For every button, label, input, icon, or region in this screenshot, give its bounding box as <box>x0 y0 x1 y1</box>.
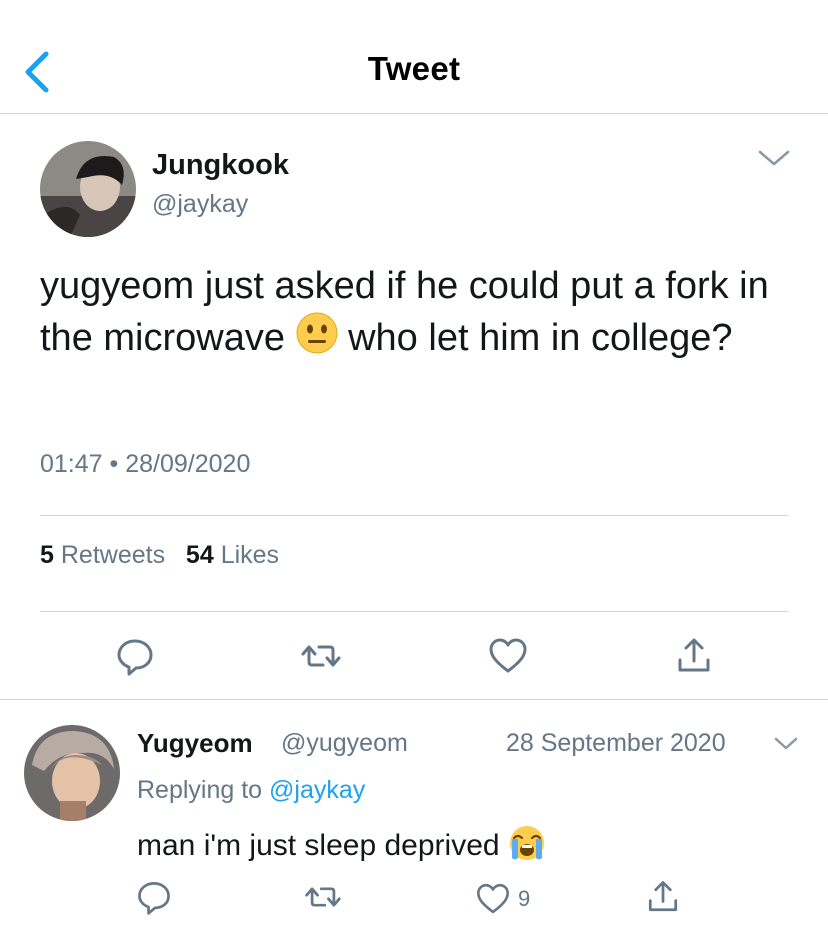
loudly-crying-face-emoji <box>508 824 546 870</box>
retweet-icon <box>305 887 341 907</box>
chevron-down-icon <box>774 737 798 750</box>
reply-like-button[interactable]: 9 <box>474 879 530 919</box>
neutral-face-emoji <box>296 312 338 368</box>
reply-icon <box>117 639 153 676</box>
replying-prefix: Replying to <box>137 776 263 804</box>
retweet-button[interactable] <box>299 634 343 678</box>
divider <box>0 699 828 700</box>
reply-reply-button[interactable] <box>134 877 174 917</box>
like-button[interactable] <box>486 634 530 678</box>
author-handle[interactable]: @jaykay <box>152 190 248 219</box>
reply-like-count: 9 <box>518 886 531 911</box>
reply-button[interactable] <box>113 634 157 678</box>
tweet-text: yugyeom just asked if he could put a for… <box>40 260 800 368</box>
tweet-options-button[interactable] <box>756 146 792 170</box>
reply-retweet-button[interactable] <box>303 877 343 917</box>
divider <box>40 611 788 612</box>
reply-text: man i'm just sleep deprived <box>137 824 546 870</box>
likes-count: 54 <box>185 541 214 569</box>
page-title: Tweet <box>367 50 461 87</box>
like-icon <box>477 883 509 914</box>
share-button[interactable] <box>672 634 716 678</box>
tweet-text-part2: who let him in college? <box>348 317 733 360</box>
tweet-date: 28/09/2020 <box>125 450 251 478</box>
mention-link[interactable]: @jaykay <box>269 776 365 804</box>
meta-separator: • <box>109 450 119 478</box>
replying-to: Replying to @jaykay <box>137 776 365 805</box>
reply-text-body: man i'm just sleep deprived <box>137 828 500 862</box>
retweet-icon <box>301 645 341 667</box>
likes-label: Likes <box>220 541 280 569</box>
reply-share-button[interactable] <box>643 877 683 917</box>
share-icon <box>648 881 678 912</box>
retweets-label: Retweets <box>60 541 166 569</box>
like-icon <box>489 638 527 673</box>
retweets-count: 5 <box>40 541 54 569</box>
share-icon <box>678 638 710 672</box>
retweets-stat[interactable]: 5 Retweets <box>40 541 165 569</box>
tweet-time: 01:47 <box>40 450 103 478</box>
reply-icon <box>138 882 170 915</box>
tweet-timestamp: 01:47 • 28/09/2020 <box>40 450 250 479</box>
likes-stat[interactable]: 54 Likes <box>186 541 279 569</box>
divider <box>40 515 788 516</box>
reply-avatar[interactable] <box>24 725 120 821</box>
reply-author-handle[interactable]: @yugyeom <box>281 729 408 758</box>
reply-options-button[interactable] <box>772 734 800 754</box>
reply-date: 28 September 2020 <box>506 729 726 757</box>
author-name[interactable]: Jungkook <box>152 149 289 182</box>
tweet-stats: 5 Retweets 54 Likes <box>40 541 279 570</box>
avatar[interactable] <box>40 141 136 237</box>
reply-author-name[interactable]: Yugyeom <box>137 728 253 759</box>
chevron-down-icon <box>758 150 790 166</box>
